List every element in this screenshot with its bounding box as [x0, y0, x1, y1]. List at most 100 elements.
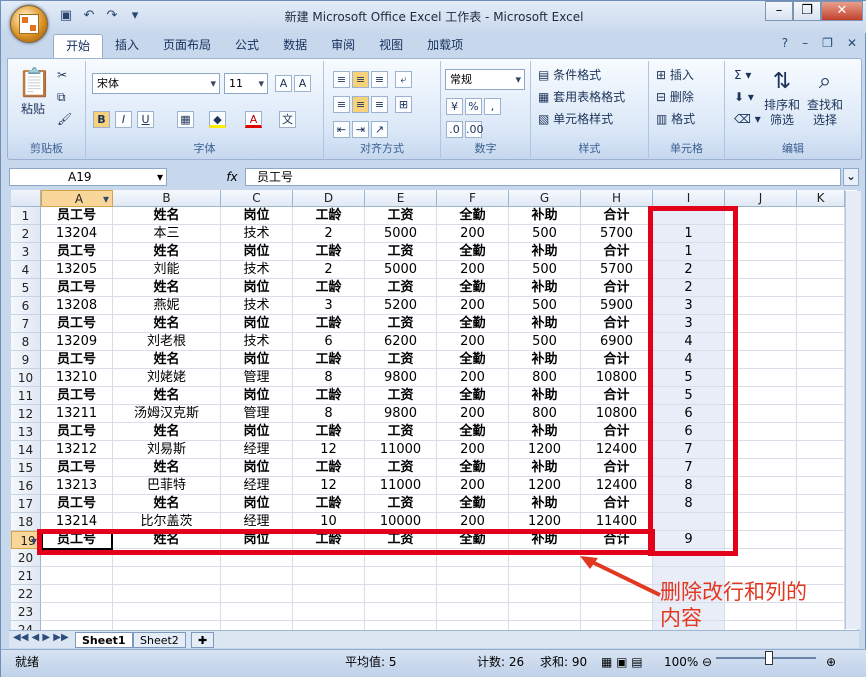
cell-h16[interactable]: 12400	[581, 477, 653, 495]
cell-k1[interactable]	[797, 207, 845, 225]
copy-icon[interactable]: ⧉	[56, 87, 67, 107]
cell-g21[interactable]	[509, 567, 581, 585]
cell-c10[interactable]: 管理	[221, 369, 293, 387]
cell-c13[interactable]: 岗位	[221, 423, 293, 441]
cell-f16[interactable]: 200	[437, 477, 509, 495]
cell-b23[interactable]	[113, 603, 221, 621]
find-select-button[interactable]: ⌕ 查找和 选择	[805, 65, 845, 127]
cell-h3[interactable]: 合计	[581, 243, 653, 261]
format-cells-button[interactable]: ▥ 格式	[655, 109, 696, 129]
tab-data[interactable]: 数据	[271, 34, 319, 58]
vertical-scrollbar[interactable]	[845, 191, 861, 629]
cell-a10[interactable]: 13210	[41, 369, 113, 387]
cell-k19[interactable]	[797, 531, 845, 549]
cell-b8[interactable]: 刘老根	[113, 333, 221, 351]
fill-color-icon[interactable]: ◆	[208, 109, 229, 129]
cell-d24[interactable]	[293, 621, 365, 630]
zoom-level[interactable]: 100%	[664, 652, 698, 672]
restore-button[interactable]: ❐	[793, 1, 821, 21]
column-header-b[interactable]: B	[113, 190, 221, 207]
cell-h15[interactable]: 合计	[581, 459, 653, 477]
cell-c11[interactable]: 岗位	[221, 387, 293, 405]
close-button[interactable]: ✕	[821, 1, 863, 21]
cell-h10[interactable]: 10800	[581, 369, 653, 387]
indent-icon[interactable]: ⇤ ⇥ ↗	[332, 119, 391, 139]
cell-a1[interactable]: 员工号	[41, 207, 113, 225]
row-header-8[interactable]: 8	[11, 333, 41, 351]
cell-g7[interactable]: 补助	[509, 315, 581, 333]
cell-b14[interactable]: 刘易斯	[113, 441, 221, 459]
tab-formulas[interactable]: 公式	[223, 34, 271, 58]
cell-c21[interactable]	[221, 567, 293, 585]
cell-f17[interactable]: 全勤	[437, 495, 509, 513]
cell-g11[interactable]: 补助	[509, 387, 581, 405]
cell-k20[interactable]	[797, 549, 845, 567]
row-header-13[interactable]: 13	[11, 423, 41, 441]
italic-button[interactable]: I	[114, 109, 135, 129]
cell-a15[interactable]: 员工号	[41, 459, 113, 477]
tab-home[interactable]: 开始	[53, 34, 104, 58]
insert-function-button[interactable]: fx	[221, 168, 243, 186]
cell-b13[interactable]: 姓名	[113, 423, 221, 441]
row-header-10[interactable]: 10	[11, 369, 41, 387]
cell-a11[interactable]: 员工号	[41, 387, 113, 405]
cell-f3[interactable]: 全勤	[437, 243, 509, 261]
cell-d11[interactable]: 工龄	[293, 387, 365, 405]
row-header-16[interactable]: 16	[11, 477, 41, 495]
column-header-k[interactable]: K	[797, 190, 845, 207]
tab-add-ins[interactable]: 加载项	[415, 34, 475, 58]
cell-k13[interactable]	[797, 423, 845, 441]
cell-d5[interactable]: 工龄	[293, 279, 365, 297]
cell-a3[interactable]: 员工号	[41, 243, 113, 261]
cell-e14[interactable]: 11000	[365, 441, 437, 459]
cell-h11[interactable]: 合计	[581, 387, 653, 405]
decimal-icon[interactable]: .0.00	[445, 119, 485, 139]
cell-k16[interactable]	[797, 477, 845, 495]
column-header-f[interactable]: F	[437, 190, 509, 207]
cell-g6[interactable]: 500	[509, 297, 581, 315]
cell-d16[interactable]: 12	[293, 477, 365, 495]
align-left-icon[interactable]: ≡ ≡ ≡	[332, 94, 391, 114]
cell-h7[interactable]: 合计	[581, 315, 653, 333]
cell-d15[interactable]: 工龄	[293, 459, 365, 477]
cell-c6[interactable]: 技术	[221, 297, 293, 315]
delete-cells-button[interactable]: ⊟ 删除	[655, 87, 695, 107]
cell-h6[interactable]: 5900	[581, 297, 653, 315]
cell-b4[interactable]: 刘能	[113, 261, 221, 279]
cell-c24[interactable]	[221, 621, 293, 630]
cell-d12[interactable]: 8	[293, 405, 365, 423]
cell-c17[interactable]: 岗位	[221, 495, 293, 513]
cell-c23[interactable]	[221, 603, 293, 621]
font-family-select[interactable]: 宋体	[92, 73, 220, 94]
cell-f6[interactable]: 200	[437, 297, 509, 315]
column-header-h[interactable]: H	[581, 190, 653, 207]
sheet-tab-2[interactable]: Sheet2	[133, 632, 186, 648]
cell-h5[interactable]: 合计	[581, 279, 653, 297]
merge-center-icon[interactable]: ⊞	[394, 94, 415, 114]
cell-e2[interactable]: 5000	[365, 225, 437, 243]
cell-d7[interactable]: 工龄	[293, 315, 365, 333]
fill-icon[interactable]: ⬇ ▾	[733, 87, 755, 107]
cell-k17[interactable]	[797, 495, 845, 513]
cell-d22[interactable]	[293, 585, 365, 603]
cell-f9[interactable]: 全勤	[437, 351, 509, 369]
column-header-j[interactable]: J	[725, 190, 797, 207]
cell-e24[interactable]	[365, 621, 437, 630]
tab-insert[interactable]: 插入	[103, 34, 151, 58]
cell-b15[interactable]: 姓名	[113, 459, 221, 477]
cell-a22[interactable]	[41, 585, 113, 603]
column-header-i[interactable]: I	[653, 190, 725, 207]
grow-font-icon[interactable]: AA	[274, 73, 314, 93]
row-header-14[interactable]: 14	[11, 441, 41, 459]
format-as-table-button[interactable]: ▦ 套用表格格式	[537, 87, 626, 107]
cell-k14[interactable]	[797, 441, 845, 459]
cell-a4[interactable]: 13205	[41, 261, 113, 279]
cell-e11[interactable]: 工资	[365, 387, 437, 405]
tab-review[interactable]: 审阅	[319, 34, 367, 58]
cell-d6[interactable]: 3	[293, 297, 365, 315]
insert-sheet-icon[interactable]: ✚	[191, 632, 215, 648]
cell-e8[interactable]: 6200	[365, 333, 437, 351]
cell-g17[interactable]: 补助	[509, 495, 581, 513]
cell-k5[interactable]	[797, 279, 845, 297]
cell-h8[interactable]: 6900	[581, 333, 653, 351]
